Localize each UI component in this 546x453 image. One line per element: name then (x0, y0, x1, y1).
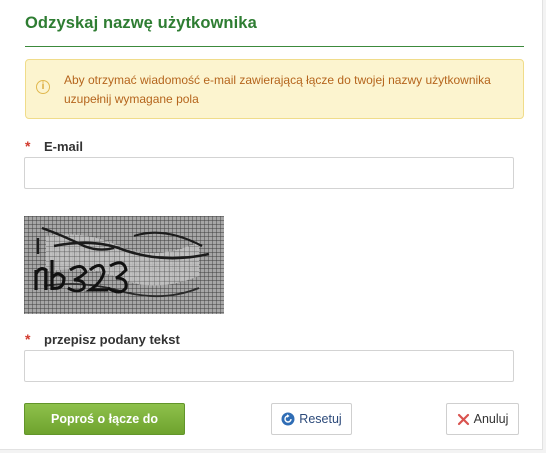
email-label-text: E-mail (44, 139, 84, 154)
cancel-button-label: Anuluj (473, 412, 509, 426)
reset-button-label: Resetuj (299, 412, 342, 426)
required-asterisk: * (25, 331, 31, 347)
email-field-label: * E-mail (25, 138, 83, 154)
info-alert: i Aby otrzymać wiadomość e-mail zawieraj… (25, 59, 524, 119)
close-icon (457, 413, 470, 426)
title-divider (25, 46, 524, 47)
info-circle-icon: i (36, 80, 50, 94)
reset-button[interactable]: Resetuj (271, 403, 352, 435)
required-asterisk: * (25, 138, 31, 154)
captcha-input[interactable] (24, 350, 514, 382)
cancel-button[interactable]: Anuluj (446, 403, 519, 435)
request-link-button[interactable]: Poproś o łącze do (24, 403, 185, 435)
email-input[interactable] (24, 157, 514, 189)
page-title: Odzyskaj nazwę użytkownika (25, 14, 257, 32)
captcha-label-text: przepisz podany tekst (44, 332, 180, 347)
request-link-button-label: Poproś o łącze do (51, 412, 158, 426)
captcha-field-label: * przepisz podany tekst (25, 331, 180, 347)
recover-username-panel: Odzyskaj nazwę użytkownika i Aby otrzyma… (0, 0, 543, 450)
captcha-image (24, 216, 224, 314)
alert-message: Aby otrzymać wiadomość e-mail zawierając… (64, 73, 491, 106)
refresh-icon (281, 412, 295, 426)
